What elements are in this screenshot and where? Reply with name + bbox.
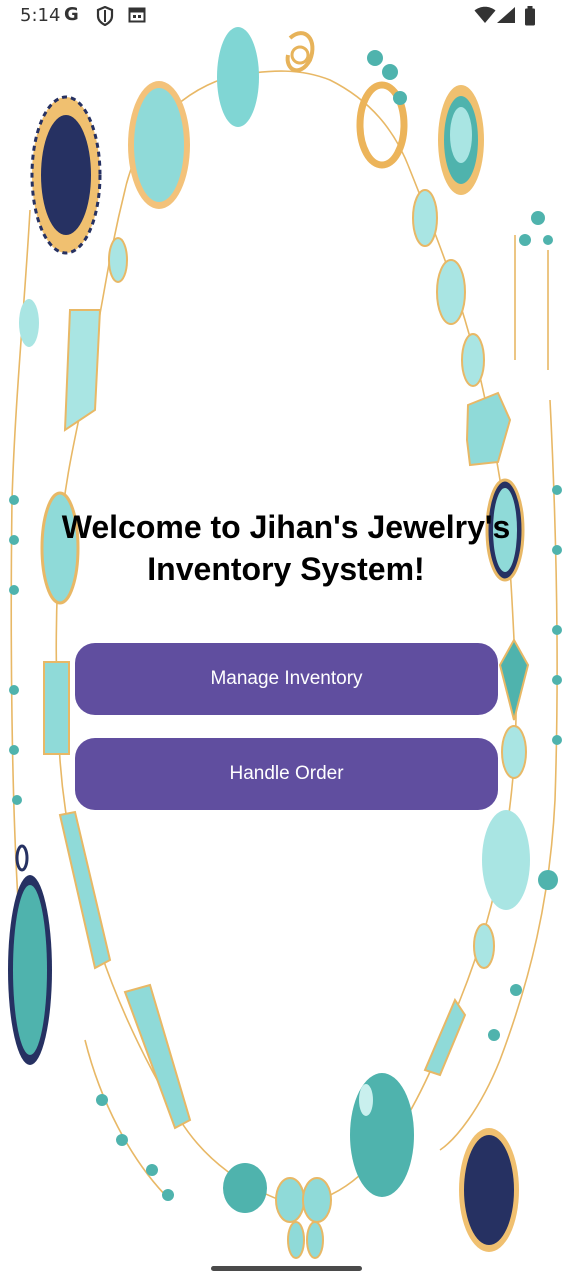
- signal-icon: [496, 6, 516, 29]
- navy-oval-gem-top-left: [30, 95, 102, 255]
- manage-inventory-button[interactable]: Manage Inventory: [75, 643, 498, 715]
- google-icon: G: [64, 4, 79, 25]
- navy-pendant-bottom-right: [459, 1128, 519, 1252]
- app-screen: 5:14 G Welcome to Jihan's Jewelry's Inve…: [0, 0, 572, 1280]
- status-bar: 5:14 G: [0, 0, 572, 34]
- teal-pendant-bottom-left: [8, 844, 52, 1065]
- jewelry-frame-illustration: [8, 27, 562, 1259]
- battery-icon: [524, 6, 536, 31]
- status-time: 5:14: [20, 5, 61, 26]
- gold-hoop: [356, 50, 408, 169]
- shield-icon: [96, 5, 114, 31]
- page-title: Welcome to Jihan's Jewelry's Inventory S…: [61, 509, 511, 587]
- handle-order-button[interactable]: Handle Order: [75, 738, 498, 810]
- calendar-icon: [128, 6, 146, 29]
- home-indicator[interactable]: [211, 1266, 362, 1271]
- turquoise-oval-gem-top: [128, 81, 190, 209]
- wifi-icon: [474, 6, 496, 29]
- teal-oval-gem-bottom: [350, 1073, 414, 1197]
